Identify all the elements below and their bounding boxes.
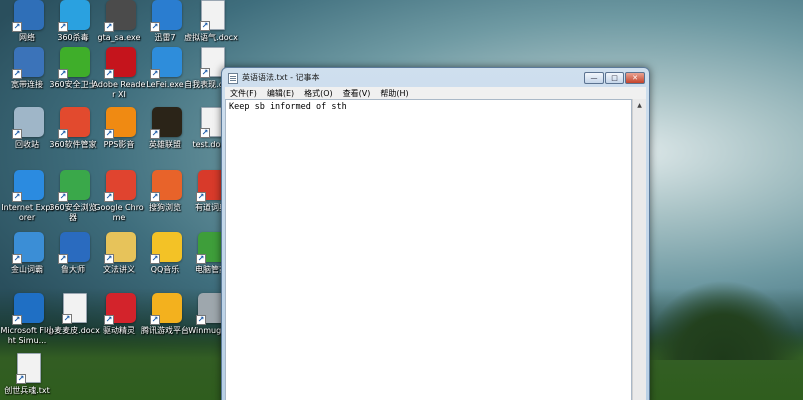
adobe-reader-icon: ↗: [104, 47, 136, 79]
wallpaper-trees: [643, 280, 803, 360]
desktop-icon[interactable]: ↗ LeFei.exe: [144, 47, 190, 109]
desktop-icon[interactable]: ↗ Microsoft Flight Simu...: [0, 293, 54, 355]
pps-icon: ↗: [104, 107, 136, 139]
docx-icon: ↗: [200, 0, 225, 31]
sogou-icon: ↗: [150, 170, 182, 202]
shortcut-arrow-icon: ↗: [196, 315, 206, 325]
shortcut-arrow-icon: ↗: [104, 315, 114, 325]
desktop-icons: ↗ 网络 ↗ 360杀毒 ↗ gta_sa.exe ↗ 迅雷7 ↗ 虚拟语气.docx ↗ 宽带连接 ↗…: [0, 0, 238, 400]
360-software-icon: ↗: [58, 107, 90, 139]
menu-format[interactable]: 格式(O): [299, 88, 338, 99]
qq-music-icon: ↗: [150, 232, 182, 264]
shortcut-arrow-icon: ↗: [12, 254, 22, 264]
shortcut-arrow-icon: ↗: [12, 69, 22, 79]
shortcut-arrow-icon: ↗: [12, 22, 22, 32]
kingsoft-icon: ↗: [12, 232, 44, 264]
notepad-titlebar[interactable]: 英语语法.txt - 记事本 — □ ✕: [222, 68, 649, 88]
xunlei-icon: ↗: [150, 0, 182, 32]
tencent-games-icon: ↗: [150, 293, 182, 325]
desktop-icon[interactable]: ↗ 360软件管家: [49, 107, 98, 169]
text-editor[interactable]: Keep sb informed of sth: [225, 99, 632, 400]
shortcut-arrow-icon: ↗: [12, 192, 22, 202]
maximize-button[interactable]: □: [605, 72, 624, 84]
shortcut-arrow-icon: ↗: [58, 22, 68, 32]
360-safe-icon: ↗: [58, 47, 90, 79]
recycle-bin-icon: ↗: [12, 107, 44, 139]
desktop-icon[interactable]: ↗ 驱动精灵: [98, 293, 144, 355]
desktop-icon[interactable]: ↗ 鲁大师: [52, 232, 98, 294]
desktop-icon[interactable]: ↗ 英雄联盟: [144, 107, 190, 169]
desktop-icon[interactable]: ↗ 金山词霸: [6, 232, 52, 294]
shortcut-arrow-icon: ↗: [104, 192, 114, 202]
360-browser-icon: ↗: [58, 170, 90, 202]
shortcut-arrow-icon: ↗: [200, 128, 210, 138]
desktop-icon[interactable]: ↗ QQ音乐: [144, 232, 190, 294]
shortcut-arrow-icon: ↗: [12, 129, 22, 139]
desktop-icon[interactable]: ↗ Google Chrome: [94, 170, 144, 232]
menu-edit[interactable]: 编辑(E): [262, 88, 299, 99]
docx-icon: ↗: [62, 293, 87, 324]
window-title: 英语语法.txt - 记事本: [242, 73, 320, 82]
shortcut-arrow-icon: ↗: [150, 254, 160, 264]
lefei-icon: ↗: [150, 47, 182, 79]
chrome-icon: ↗: [104, 170, 136, 202]
driver-icon: ↗: [104, 293, 136, 325]
lol-icon: ↗: [150, 107, 182, 139]
network-icon: ↗: [12, 0, 44, 32]
flight-sim-icon: ↗: [12, 293, 44, 325]
shortcut-arrow-icon: ↗: [104, 254, 114, 264]
folder-icon: ↗: [104, 232, 136, 264]
desktop-icon[interactable]: ↗ 腾讯游戏平台: [141, 293, 190, 355]
broadband-icon: ↗: [12, 47, 44, 79]
menu-help[interactable]: 帮助(H): [375, 88, 413, 99]
menu-bar: 文件(F) 编辑(E) 格式(O) 查看(V) 帮助(H): [225, 87, 646, 99]
desktop-icon[interactable]: ↗ 创世兵魂.txt: [4, 353, 52, 400]
shortcut-arrow-icon: ↗: [150, 315, 160, 325]
close-button[interactable]: ✕: [625, 72, 645, 84]
shortcut-arrow-icon: ↗: [150, 69, 160, 79]
shortcut-arrow-icon: ↗: [150, 192, 160, 202]
desktop-icon-label: 创世兵魂.txt: [4, 386, 50, 395]
menu-view[interactable]: 查看(V): [338, 88, 376, 99]
notepad-window[interactable]: 英语语法.txt - 记事本 — □ ✕ 文件(F) 编辑(E) 格式(O) 查…: [221, 67, 650, 400]
gta-icon: ↗: [104, 0, 136, 32]
desktop-icon[interactable]: ↗ PPS影音: [98, 107, 144, 169]
shortcut-arrow-icon: ↗: [150, 22, 160, 32]
shortcut-arrow-icon: ↗: [58, 192, 68, 202]
shortcut-arrow-icon: ↗: [200, 68, 210, 78]
notepad-icon: [228, 73, 238, 84]
shortcut-arrow-icon: ↗: [58, 254, 68, 264]
desktop-icon[interactable]: ↗ Adobe Reader XI: [93, 47, 145, 109]
menu-file[interactable]: 文件(F): [225, 88, 262, 99]
shortcut-arrow-icon: ↗: [200, 21, 210, 31]
shortcut-arrow-icon: ↗: [62, 314, 72, 324]
ie-icon: ↗: [12, 170, 44, 202]
shortcut-arrow-icon: ↗: [104, 22, 114, 32]
shortcut-arrow-icon: ↗: [104, 129, 114, 139]
shortcut-arrow-icon: ↗: [196, 192, 206, 202]
ludashi-icon: ↗: [58, 232, 90, 264]
vertical-scrollbar[interactable]: ▲: [632, 99, 646, 400]
shortcut-arrow-icon: ↗: [58, 129, 68, 139]
shortcut-arrow-icon: ↗: [58, 69, 68, 79]
desktop-icon[interactable]: ↗ 回收站: [6, 107, 52, 169]
desktop-icon[interactable]: ↗ 小麦麦皮.docx: [46, 293, 100, 355]
minimize-button[interactable]: —: [584, 72, 604, 84]
shortcut-arrow-icon: ↗: [16, 374, 26, 384]
shortcut-arrow-icon: ↗: [12, 315, 22, 325]
desktop-icon[interactable]: ↗ 搜狗浏览: [144, 170, 190, 232]
desktop-icon[interactable]: ↗ 文法讲义: [98, 232, 144, 294]
360-antivirus-icon: ↗: [58, 0, 90, 32]
shortcut-arrow-icon: ↗: [196, 254, 206, 264]
desktop-icon[interactable]: ↗ 宽带连接: [6, 47, 52, 109]
shortcut-arrow-icon: ↗: [150, 129, 160, 139]
scroll-up-icon[interactable]: ▲: [633, 99, 646, 112]
txt-icon: ↗: [16, 353, 41, 384]
desktop-icon-label: 虚拟语气.docx: [184, 33, 238, 42]
shortcut-arrow-icon: ↗: [104, 69, 114, 79]
